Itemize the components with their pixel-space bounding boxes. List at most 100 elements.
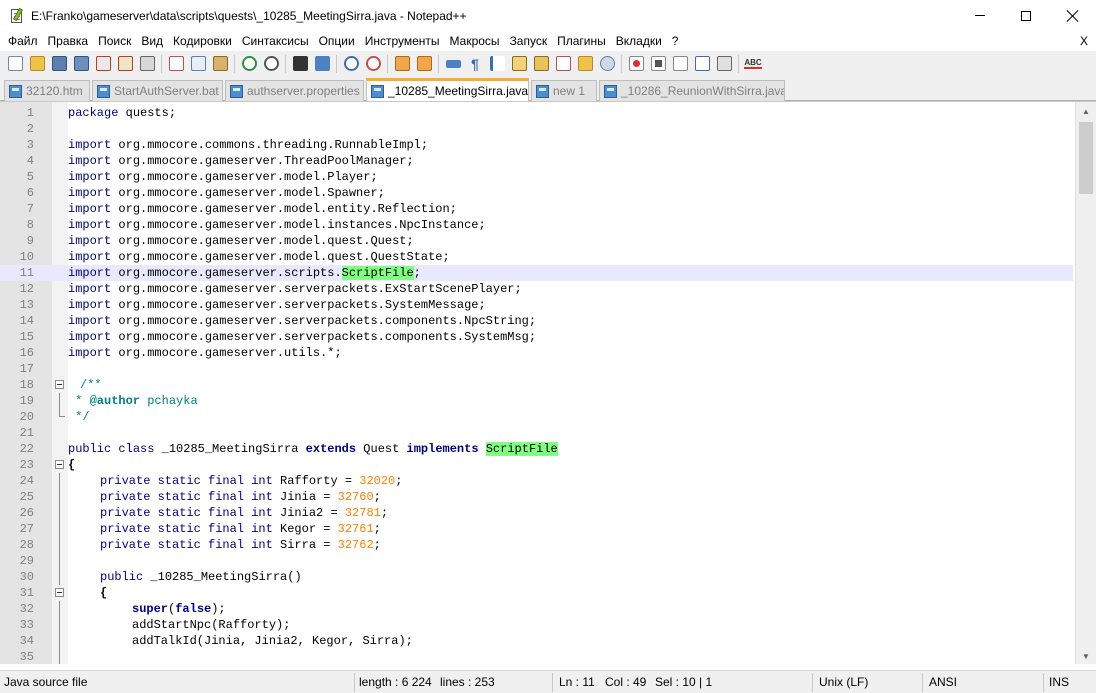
replace-button[interactable] xyxy=(311,53,333,75)
maximize-icon xyxy=(1021,10,1031,21)
code-line: 28 private static final int Sirra = 32762… xyxy=(0,537,1073,553)
menu-search[interactable]: Поиск xyxy=(93,31,136,51)
close-file-button[interactable] xyxy=(92,53,114,75)
code-text: private static final int Jinia = 32760; xyxy=(100,490,381,504)
code-line: 34 addTalkId(Jinia, Jinia2, Kegor, Sirra)… xyxy=(0,633,1073,649)
close-all-button[interactable] xyxy=(114,53,136,75)
record-macro-button[interactable] xyxy=(625,53,647,75)
fold-toggle-icon[interactable] xyxy=(55,588,64,597)
scrollbar-thumb[interactable] xyxy=(1079,122,1093,194)
line-number: 19 xyxy=(19,394,34,408)
line-number: 23 xyxy=(19,458,34,472)
line-number: 16 xyxy=(19,346,34,360)
scroll-down-icon[interactable]: ▼ xyxy=(1076,647,1096,664)
close-window-button[interactable] xyxy=(1050,0,1096,31)
maximize-button[interactable] xyxy=(1003,0,1049,31)
open-file-icon xyxy=(29,56,45,71)
line-number: 8 xyxy=(26,218,34,232)
line-number: 29 xyxy=(19,554,34,568)
code-line: 24 private static final int Rafforty = 32… xyxy=(0,473,1073,489)
save-macro-button[interactable] xyxy=(713,53,735,75)
copy-button[interactable] xyxy=(187,53,209,75)
word-wrap-button[interactable] xyxy=(442,53,464,75)
menu-tools[interactable]: Инструменты xyxy=(360,31,445,51)
tab-authserver-properties[interactable]: authserver.properties xyxy=(225,80,364,101)
status-encoding: ANSI xyxy=(929,675,958,689)
divider xyxy=(59,409,65,417)
menu-edit[interactable]: Правка xyxy=(43,31,94,51)
vertical-scrollbar[interactable]: ▲ ▼ xyxy=(1075,102,1096,664)
cut-button[interactable] xyxy=(165,53,187,75)
divider xyxy=(59,601,60,617)
monitor-button[interactable] xyxy=(596,53,618,75)
code-editor[interactable]: 1 package quests; 2 3 import org.mmocore.c… xyxy=(0,101,1096,664)
tab-32120-htm[interactable]: 32120.htm xyxy=(4,80,90,101)
code-line: 3 import org.mmocore.commons.threading.Ru… xyxy=(0,137,1073,153)
stop-record-button[interactable] xyxy=(647,53,669,75)
find-button[interactable] xyxy=(289,53,311,75)
code-line: 9 import org.mmocore.gameserver.model.que… xyxy=(0,233,1073,249)
new-file-button[interactable] xyxy=(4,53,26,75)
status-file-type: Java source file xyxy=(4,675,88,689)
tab-startauthserver-bat[interactable]: StartAuthServer.bat xyxy=(92,80,223,101)
minimize-button[interactable] xyxy=(957,0,1003,31)
save-button[interactable] xyxy=(48,53,70,75)
show-all-chars-button[interactable]: ¶ xyxy=(464,53,486,75)
line-number: 17 xyxy=(19,362,34,376)
print-icon xyxy=(139,56,155,71)
indent-guide-button[interactable] xyxy=(486,53,508,75)
menu-settings[interactable]: Опции xyxy=(314,31,360,51)
run-macro-multiple-button[interactable] xyxy=(691,53,713,75)
menu-file[interactable]: Файл xyxy=(3,31,43,51)
menu-plugins[interactable]: Плагины xyxy=(552,31,611,51)
redo-button[interactable] xyxy=(260,53,282,75)
code-text: super(false); xyxy=(132,602,226,616)
code-line: 17 xyxy=(0,361,1073,377)
menu-language[interactable]: Синтаксисы xyxy=(237,31,314,51)
status-selection: Sel : 10 | 1 xyxy=(655,675,713,689)
show-all-chars-icon: ¶ xyxy=(471,55,479,72)
tab-10285-meetingsirra-java[interactable]: _10285_MeetingSirra.java ✕ xyxy=(366,78,529,101)
code-text: import org.mmocore.gameserver.model.Spaw… xyxy=(68,186,385,200)
menu-run[interactable]: Запуск xyxy=(505,31,553,51)
menu-window[interactable]: Вкладки xyxy=(611,31,667,51)
word-wrap-icon xyxy=(445,59,461,68)
save-all-icon xyxy=(73,56,89,71)
sync-horizontal-button[interactable] xyxy=(413,53,435,75)
print-button[interactable] xyxy=(136,53,158,75)
menu-help[interactable]: ? xyxy=(667,31,684,51)
open-file-button[interactable] xyxy=(26,53,48,75)
code-line: 35 xyxy=(0,649,1073,664)
monitor-icon xyxy=(599,56,615,71)
menu-encoding[interactable]: Кодировки xyxy=(168,31,237,51)
zoom-out-button[interactable] xyxy=(362,53,384,75)
close-document-button[interactable]: X xyxy=(1080,31,1088,51)
zoom-in-icon xyxy=(343,56,359,71)
code-line: 14 import org.mmocore.gameserver.serverpa… xyxy=(0,313,1073,329)
spell-check-button[interactable]: ABC xyxy=(742,53,764,75)
toolbar-separator xyxy=(387,54,388,73)
code-line: 2 xyxy=(0,121,1073,137)
tab-10286-reunionwithsirra-java[interactable]: _10286_ReunionWithSirra.java xyxy=(599,80,785,101)
zoom-in-button[interactable] xyxy=(340,53,362,75)
language-button[interactable] xyxy=(508,53,530,75)
folder-workspace-button[interactable] xyxy=(574,53,596,75)
menu-macro[interactable]: Макросы xyxy=(445,31,505,51)
play-macro-button[interactable] xyxy=(669,53,691,75)
sync-vertical-button[interactable] xyxy=(391,53,413,75)
save-all-button[interactable] xyxy=(70,53,92,75)
tab-new-1[interactable]: new 1 xyxy=(531,80,597,101)
menu-view[interactable]: Вид xyxy=(136,31,168,51)
code-text: addTalkId(Jinia, Jinia2, Kegor, Sirra); xyxy=(132,634,413,648)
code-text: import org.mmocore.gameserver.serverpack… xyxy=(68,314,537,328)
replace-icon xyxy=(314,56,330,71)
code-text: import org.mmocore.gameserver.serverpack… xyxy=(68,298,486,312)
scroll-up-icon[interactable]: ▲ xyxy=(1076,102,1096,120)
code-line: 23 { xyxy=(0,457,1073,473)
undo-button[interactable] xyxy=(238,53,260,75)
fold-toggle-icon[interactable] xyxy=(55,380,64,389)
fold-toggle-icon[interactable] xyxy=(55,460,64,469)
document-map-button[interactable] xyxy=(530,53,552,75)
paste-button[interactable] xyxy=(209,53,231,75)
function-list-button[interactable] xyxy=(552,53,574,75)
